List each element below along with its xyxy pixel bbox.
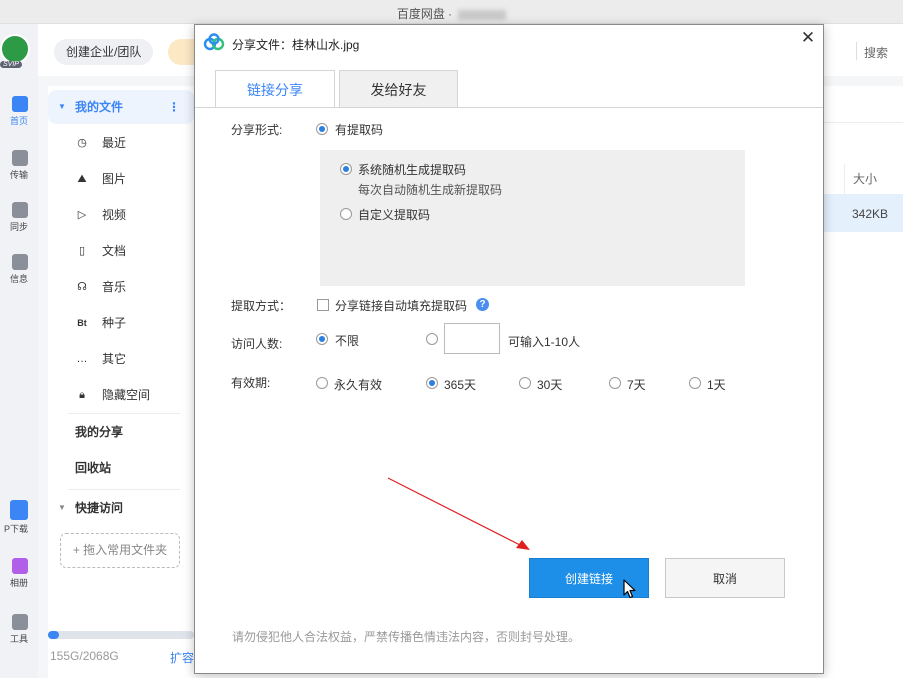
baidu-netdisk-logo-icon [203,33,225,51]
validity-radio-365[interactable] [426,377,438,389]
blurred-account [458,9,507,20]
validity-radio-7[interactable] [609,377,621,389]
validity-label-permanent: 永久有效 [334,378,383,392]
sidebar-item-recent[interactable]: ◷ 最近 [48,126,194,160]
rail-transfer[interactable]: 传输 [0,150,28,181]
validity-label: 有效期: [231,376,271,390]
visitors-label: 访问人数: [231,337,283,351]
storage-text: 155G/2068G [50,649,119,663]
expand-storage-link[interactable]: 扩容 [170,649,194,666]
sidebar-divider [68,413,180,414]
sidebar-my-share[interactable]: 我的分享 [48,415,194,449]
validity-label-1: 1天 [707,378,726,392]
custom-code-label: 自定义提取码 [358,208,431,222]
help-icon[interactable]: ? [476,298,489,311]
visitors-count-input[interactable] [444,323,500,354]
left-rail: SVIP 首页 传输 同步 信息 P下载 相册 工具 [0,24,38,678]
svip-badge: SVIP [0,61,22,68]
home-icon [12,96,28,112]
storage-bar [48,631,194,639]
sidebar-quick-access[interactable]: ▼ 快捷访问 [48,491,194,525]
sidebar: ▼ 我的文件 ⋮ ◷ 最近 ⛰ 图片 ▷ 视频 ▯ 文档 ☊ 音乐 Bt 种子 … 其它 🔒︎… [48,86,194,678]
mountain-icon: ⛰ [77,173,87,185]
phone-icon [10,500,28,520]
share-form-label: 分享形式: [231,123,283,137]
auto-fill-label: 分享链接自动填充提取码 [335,299,468,313]
caret-down-icon: ▼ [58,503,66,512]
toolbar-divider [824,122,903,123]
validity-label-7: 7天 [627,378,646,392]
extract-label: 提取方式： [231,299,292,313]
sidebar-item-docs[interactable]: ▯ 文档 [48,234,194,268]
sidebar-item-images[interactable]: ⛰ 图片 [48,162,194,196]
dialog-titlebar: 分享文件：桂林山水.jpg ✕ [195,25,823,61]
album-icon [12,558,28,574]
rail-home[interactable]: 首页 [0,96,28,127]
document-icon: ▯ [78,245,86,257]
share-form-radio[interactable] [316,123,328,135]
caret-down-icon: ▼ [58,102,66,111]
ellipsis-icon: … [76,353,88,365]
sidebar-item-torrents[interactable]: Bt 种子 [48,306,194,340]
grid-icon [12,614,28,630]
storage-bar-fill [48,631,59,639]
rail-messages[interactable]: 信息 [0,254,28,285]
visitors-unlimited-radio[interactable] [316,333,328,345]
rail-tools[interactable]: 工具 [0,614,28,645]
rail-app-download[interactable]: P下载 [0,500,28,535]
sidebar-divider [68,489,180,490]
play-icon: ▷ [77,209,87,221]
sidebar-item-hidden-space[interactable]: 🔒︎ 隐藏空间 [48,378,194,412]
tab-divider [195,107,823,108]
search-button[interactable]: 搜索 [864,44,888,61]
random-code-label: 系统随机生成提取码 [358,163,467,177]
sidebar-recycle[interactable]: 回收站 [48,451,194,485]
mouse-cursor-icon [623,579,636,599]
lock-icon: 🔒︎ [79,389,85,401]
sidebar-item-other[interactable]: … 其它 [48,342,194,376]
people-icon [12,254,28,270]
close-icon[interactable]: ✕ [797,27,819,49]
window-title: 百度网盘 · [0,5,903,22]
visitors-unlimited-label: 不限 [335,334,360,348]
sidebar-my-files[interactable]: ▼ 我的文件 ⋮ [48,90,194,124]
more-icon[interactable]: ⋮ [168,90,180,124]
transfer-icon [12,150,28,166]
file-size: 342KB [852,207,889,221]
auto-fill-checkbox[interactable] [317,299,329,311]
random-code-radio[interactable] [340,163,352,175]
legal-notice: 请勿侵犯他人合法权益，严禁传播色情违法内容，否则封号处理。 [232,630,581,644]
validity-label-365: 365天 [444,378,477,392]
code-options-panel: 系统随机生成提取码 每次自动随机生成新提取码 自定义提取码 [320,150,745,286]
validity-radio-permanent[interactable] [316,377,328,389]
validity-radio-1[interactable] [689,377,701,389]
custom-code-radio[interactable] [340,208,352,220]
rail-sync[interactable]: 同步 [0,202,28,233]
share-form-option: 有提取码 [335,123,384,137]
dialog-title: 分享文件：桂林山水.jpg [232,38,360,52]
search-divider [856,42,857,60]
share-dialog: 分享文件：桂林山水.jpg ✕ 链接分享 发给好友 分享形式: 有提取码 系统随… [194,24,824,674]
validity-label-30: 30天 [537,378,563,392]
sidebar-item-videos[interactable]: ▷ 视频 [48,198,194,232]
sidebar-item-music[interactable]: ☊ 音乐 [48,270,194,304]
random-code-sub: 每次自动随机生成新提取码 [358,183,503,197]
quick-access-drop-zone[interactable]: + 拖入常用文件夹 [60,533,180,568]
headphones-icon: ☊ [77,281,87,293]
rail-album[interactable]: 相册 [0,558,28,589]
avatar[interactable]: SVIP [0,34,30,68]
bt-icon: Bt [77,318,87,328]
app-titlebar: 百度网盘 · [0,0,903,24]
validity-radio-30[interactable] [519,377,531,389]
create-team-button[interactable]: 创建企业/团队 [54,39,154,65]
clock-icon: ◷ [77,137,87,149]
column-header-size[interactable]: 大小 [844,164,903,194]
visitors-hint: 可输入1-10人 [508,335,581,349]
cancel-button[interactable]: 取消 [665,558,785,598]
tab-send-friend[interactable]: 发给好友 [339,70,458,108]
tab-link-share[interactable]: 链接分享 [215,70,335,108]
visitors-custom-radio[interactable] [426,333,438,345]
sync-icon [12,202,28,218]
